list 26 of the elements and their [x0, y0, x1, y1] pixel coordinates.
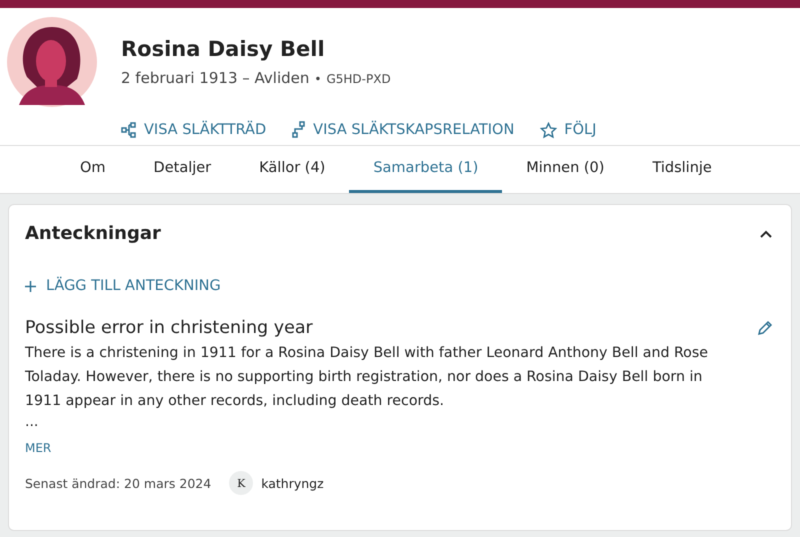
tree-icon: [121, 122, 137, 138]
add-note-link[interactable]: LÄGG TILL ANTECKNING: [25, 278, 221, 294]
person-name: Rosina Daisy Bell: [121, 37, 326, 61]
action-link[interactable]: FÖLJ: [540, 121, 596, 139]
author-avatar: K: [229, 471, 254, 495]
star-icon: [540, 122, 558, 138]
plus-icon: [25, 280, 36, 292]
action-link[interactable]: VISA SLÄKTTRÄD: [121, 121, 266, 139]
tab[interactable]: Tidslinje: [628, 146, 736, 193]
relation-icon: [292, 121, 306, 139]
ellipsis: ...: [25, 413, 40, 431]
modified-date: Senast ändrad: 20 mars 2024: [25, 476, 212, 490]
edit-button[interactable]: [755, 318, 775, 338]
separator-dot: •: [314, 72, 322, 86]
action-link[interactable]: VISA SLÄKTSKAPSRELATION: [292, 121, 514, 139]
tab[interactable]: Källor (4): [235, 146, 350, 193]
author-name: kathryngz: [261, 476, 324, 490]
tab[interactable]: Detaljer: [130, 146, 236, 193]
panel-title: Anteckningar: [25, 223, 161, 244]
life-dates: 2 februari 1913 – Avliden: [121, 69, 310, 87]
tab[interactable]: Minnen (0): [502, 146, 628, 193]
note-title: Possible error in christening year: [25, 318, 313, 338]
note-body: There is a christening in 1911 for a Rosina Daisy Bell with father Leonard Anthony Bell and Rose Toladay. However, there is no supporting birth registration, nor does a Rosina Daisy Bell born in 1911 appear in any other records, including death records.: [25, 344, 709, 411]
person-id: G5HD-PXD: [326, 72, 391, 86]
more-link[interactable]: MER: [25, 441, 52, 455]
tab[interactable]: Om: [56, 146, 130, 193]
